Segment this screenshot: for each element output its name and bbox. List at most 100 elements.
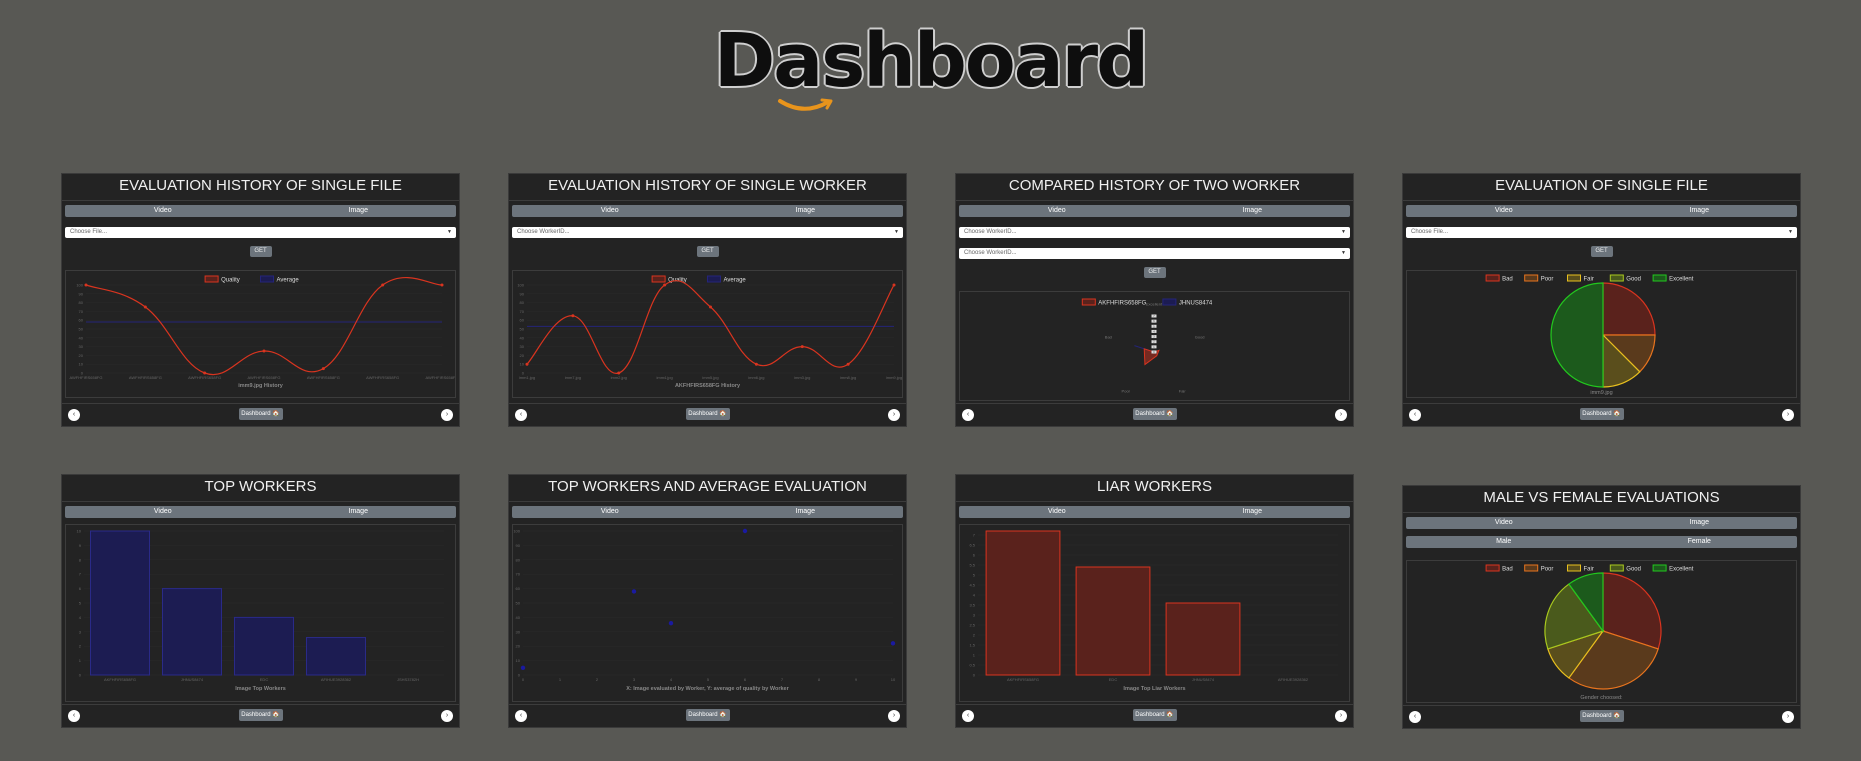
quality-point [800, 345, 804, 349]
x-tick-label: AWFHFIRS658FG [426, 375, 455, 380]
tab-image[interactable]: Image [261, 506, 457, 518]
dashboard-button[interactable]: Dashboard 🏠 [1132, 709, 1177, 721]
tab-video[interactable]: Video [959, 205, 1155, 217]
tab-video[interactable]: Video [959, 506, 1155, 518]
y-tick-label: 7 [79, 572, 82, 577]
quality-point [525, 362, 529, 366]
y-tick-label: 90 [516, 543, 521, 548]
dashboard-button[interactable]: Dashboard 🏠 [685, 709, 730, 721]
tab-male[interactable]: Male [1406, 536, 1602, 548]
next-button[interactable]: › [1335, 710, 1347, 722]
brand-smile-icon [778, 98, 833, 111]
tab-video[interactable]: Video [65, 506, 261, 518]
prev-button[interactable]: ‹ [962, 710, 974, 722]
chevron-down-icon: ▼ [894, 229, 899, 235]
tab-video[interactable]: Video [1406, 517, 1602, 529]
y-tick-label: 4 [973, 593, 976, 598]
prev-button[interactable]: ‹ [68, 409, 80, 421]
tab-image[interactable]: Image [1602, 517, 1798, 529]
card-liar-workers: LIAR WORKERS Video Image 0 0.5 1 1.5 2 2.5 3 3.5… [955, 474, 1354, 728]
chart-svg: 0 0.5 1 1.5 2 2.5 3 3.5 4 4.5 5 5.5 6 6.5 7 AKFHFIRS658… [969, 530, 1338, 692]
next-button[interactable]: › [888, 409, 900, 421]
x-tick-label: AWFHFIRS658FG [307, 375, 340, 380]
x-tick-label: AWFHFIRS658FG [188, 375, 221, 380]
legend-swatch [1609, 274, 1624, 282]
x-tick-label: imm6.jpg [748, 375, 764, 380]
get-button[interactable]: GET [1143, 267, 1166, 278]
worker-select-1[interactable]: Choose WorkerID... ▼ [959, 227, 1350, 238]
prev-button[interactable]: ‹ [1409, 409, 1421, 421]
prev-button[interactable]: ‹ [962, 409, 974, 421]
x-tick-label: JSHS3782H [397, 677, 419, 682]
worker-select-value: Choose WorkerID... [517, 229, 570, 235]
x-tick-label: AWFHFIRS658FG [70, 375, 103, 380]
tab-image[interactable]: Image [708, 205, 904, 217]
tab-video[interactable]: Video [65, 205, 261, 217]
card-compare-workers: COMPARED HISTORY OF TWO WORKER Video Imag… [955, 173, 1354, 427]
file-select-value: Choose File... [70, 229, 108, 235]
legend-label: Poor [1541, 277, 1554, 283]
tab-video[interactable]: Video [1406, 205, 1602, 217]
worker-select[interactable]: Choose WorkerID... ▼ [512, 227, 903, 238]
worker-select-2-value: Choose WorkerID... [964, 250, 1017, 256]
x-tick-label: 2 [596, 677, 599, 682]
tab-video[interactable]: Video [512, 506, 708, 518]
radar-axis-label: Excellent [1146, 302, 1163, 307]
card-footer: ‹ Dashboard 🏠 › [1403, 403, 1800, 426]
quality-point [381, 283, 385, 287]
tab-image[interactable]: Image [1155, 506, 1351, 518]
get-button[interactable]: GET [249, 246, 272, 257]
next-button[interactable]: › [888, 710, 900, 722]
next-button[interactable]: › [1782, 711, 1794, 723]
media-tabs: Video Image [1406, 517, 1797, 529]
prev-button[interactable]: ‹ [1409, 711, 1421, 723]
file-select[interactable]: Choose File... ▼ [1406, 227, 1797, 238]
series-line-quality [85, 276, 443, 376]
dashboard-button[interactable]: Dashboard 🏠 [238, 408, 283, 420]
y-tick-label: 0 [973, 673, 976, 678]
tab-image[interactable]: Image [708, 506, 904, 518]
quality-point [203, 371, 207, 375]
next-button[interactable]: › [441, 409, 453, 421]
card-file-evaluation: EVALUATION OF SINGLE FILE Video Image Cho… [1402, 173, 1801, 427]
card-title: MALE VS FEMALE EVALUATIONS [1403, 486, 1800, 513]
chart-area: Bad Poor Fair Good Excellent imm9.jpg [1406, 270, 1797, 398]
pie-slice-excellent [1550, 282, 1604, 388]
prev-button[interactable]: ‹ [68, 710, 80, 722]
tab-image[interactable]: Image [1602, 205, 1798, 217]
tab-image[interactable]: Image [1155, 205, 1351, 217]
prev-button[interactable]: ‹ [515, 710, 527, 722]
dashboard-button[interactable]: Dashboard 🏠 [1579, 710, 1624, 722]
chevron-down-icon: ▼ [1341, 250, 1346, 256]
file-select[interactable]: Choose File... ▼ [65, 227, 456, 238]
y-tick-label: 3 [79, 629, 82, 634]
card-footer: ‹ Dashboard 🏠 › [956, 704, 1353, 727]
x-tick-label: imm1.jpg [519, 375, 535, 380]
x-tick-label: 4 [670, 677, 673, 682]
get-button[interactable]: GET [1590, 246, 1613, 257]
get-button[interactable]: GET [696, 246, 719, 257]
dashboard-button[interactable]: Dashboard 🏠 [1132, 408, 1177, 420]
next-button[interactable]: › [1335, 409, 1347, 421]
next-button[interactable]: › [1782, 409, 1794, 421]
y-tick-label: 60 [516, 586, 521, 591]
legend-swatch [651, 275, 666, 283]
y-tick-label: 10 [520, 362, 525, 367]
prev-button[interactable]: ‹ [515, 409, 527, 421]
next-button[interactable]: › [441, 710, 453, 722]
x-tick-label: 10 [891, 677, 896, 682]
x-axis-label: Image Top Workers [235, 686, 286, 692]
tab-image[interactable]: Image [261, 205, 457, 217]
y-tick-label: 6.5 [969, 543, 975, 548]
x-tick-label: JHNUS8474 [181, 677, 204, 682]
chevron-down-icon: ▼ [447, 229, 452, 235]
dashboard-button[interactable]: Dashboard 🏠 [238, 709, 283, 721]
dashboard-button[interactable]: Dashboard 🏠 [685, 408, 730, 420]
worker-select-2[interactable]: Choose WorkerID... ▼ [959, 248, 1350, 259]
tab-video[interactable]: Video [512, 205, 708, 217]
x-axis-label: X: Image evaluated by Worker, Y: average… [626, 686, 789, 692]
radar-axis-label: Good [1195, 335, 1205, 340]
dashboard-button[interactable]: Dashboard 🏠 [1579, 408, 1624, 420]
tab-female[interactable]: Female [1602, 536, 1798, 548]
y-tick-label: 20 [79, 353, 84, 358]
